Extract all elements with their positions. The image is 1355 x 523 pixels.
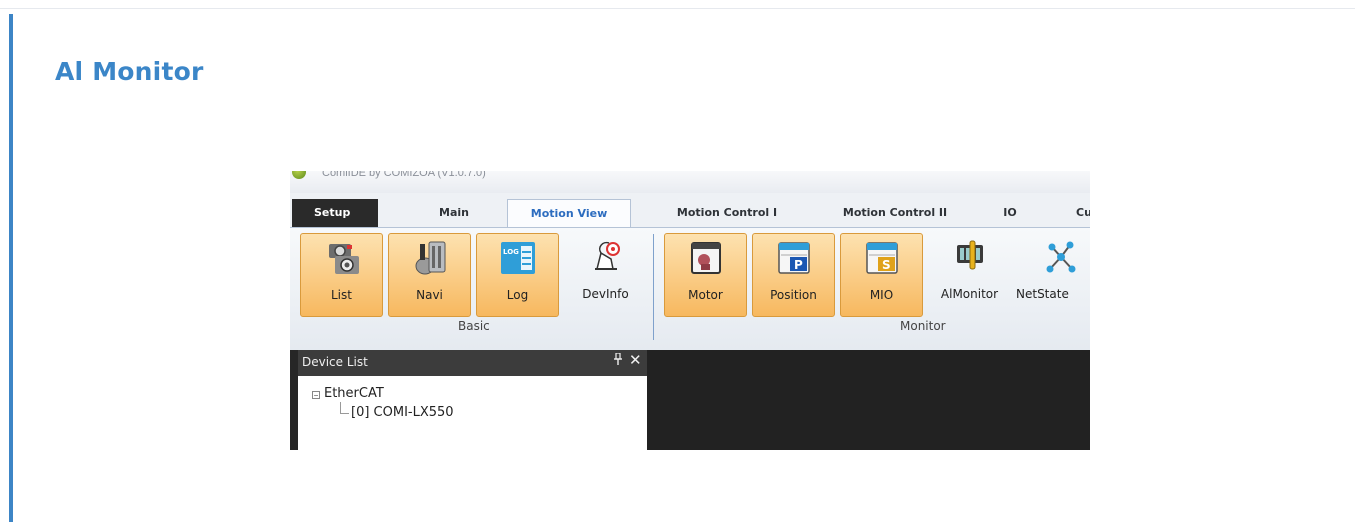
top-divider xyxy=(0,8,1355,9)
log-label: Log xyxy=(506,288,529,302)
tree-node-ethercat[interactable]: EtherCAT xyxy=(324,386,384,401)
device-list-panel: Device List ✕ − EtherCAT [0] COMI-LX550 xyxy=(290,350,647,450)
list-label: List xyxy=(331,288,352,302)
position-button[interactable]: P Position xyxy=(752,233,835,317)
mio-icon: S xyxy=(865,242,898,274)
log-button[interactable]: LOG Log xyxy=(476,233,559,317)
navi-icon xyxy=(415,241,445,275)
camera-gear-icon xyxy=(328,244,359,274)
workspace-area: Device List ✕ − EtherCAT [0] COMI-LX550 xyxy=(290,350,1090,450)
navi-label: Navi xyxy=(416,288,443,302)
position-icon-text: P xyxy=(794,258,803,272)
devinfo-label: DevInfo xyxy=(582,287,629,301)
ribbon-panel: List Navi LOG Log DevInfo Basic Motor P … xyxy=(290,227,1090,351)
almonitor-button[interactable]: AlMonitor xyxy=(928,233,1011,317)
netstate-label: NetState xyxy=(1016,287,1069,301)
log-icon: LOG xyxy=(500,242,535,274)
mio-label: MIO xyxy=(869,288,894,302)
log-icon-text: LOG xyxy=(503,248,519,256)
motor-label: Motor xyxy=(688,288,723,302)
motor-icon xyxy=(690,242,721,274)
almonitor-label: AlMonitor xyxy=(940,287,999,301)
group-separator xyxy=(653,234,654,340)
devinfo-button[interactable]: DevInfo xyxy=(564,233,647,317)
network-icon xyxy=(1046,241,1076,273)
tab-main[interactable]: Main xyxy=(418,199,490,227)
position-label: Position xyxy=(770,288,817,302)
pin-icon[interactable] xyxy=(613,352,623,369)
tree-node-device[interactable]: [0] COMI-LX550 xyxy=(351,405,454,420)
device-list-header: Device List ✕ xyxy=(298,350,647,376)
devinfo-icon xyxy=(594,241,620,270)
group-label-basic: Basic xyxy=(458,319,490,333)
ribbon-tab-row: Setup Main Motion View Motion Control I … xyxy=(290,193,1090,227)
position-icon: P xyxy=(777,242,810,274)
mio-button[interactable]: S MIO xyxy=(840,233,923,317)
almonitor-icon xyxy=(956,240,983,270)
page-title: Al Monitor xyxy=(55,57,204,86)
app-logo-icon xyxy=(292,171,306,179)
tab-cu[interactable]: Cu xyxy=(1066,199,1090,227)
tree-connector xyxy=(340,402,349,414)
tab-setup[interactable]: Setup xyxy=(292,199,378,227)
left-accent-bar xyxy=(9,14,13,522)
tab-motion-control-2[interactable]: Motion Control II xyxy=(820,199,970,227)
tab-motion-view[interactable]: Motion View xyxy=(507,199,631,227)
tab-motion-control-1[interactable]: Motion Control I xyxy=(652,199,802,227)
list-button[interactable]: List xyxy=(300,233,383,317)
window-titlebar: ComiIDE by COMIZOA (V1.0.7.0) xyxy=(290,171,1090,193)
device-list-title: Device List xyxy=(302,355,368,369)
collapse-icon[interactable]: − xyxy=(312,391,320,400)
window-title: ComiIDE by COMIZOA (V1.0.7.0) xyxy=(322,171,486,179)
group-label-monitor: Monitor xyxy=(900,319,946,333)
netstate-button[interactable]: NetState xyxy=(1016,233,1090,317)
navi-button[interactable]: Navi xyxy=(388,233,471,317)
tab-io[interactable]: IO xyxy=(986,199,1034,227)
close-icon[interactable]: ✕ xyxy=(629,351,642,369)
motor-button[interactable]: Motor xyxy=(664,233,747,317)
app-screenshot: ComiIDE by COMIZOA (V1.0.7.0) Setup Main… xyxy=(290,171,1090,450)
mio-icon-text: S xyxy=(882,258,891,272)
